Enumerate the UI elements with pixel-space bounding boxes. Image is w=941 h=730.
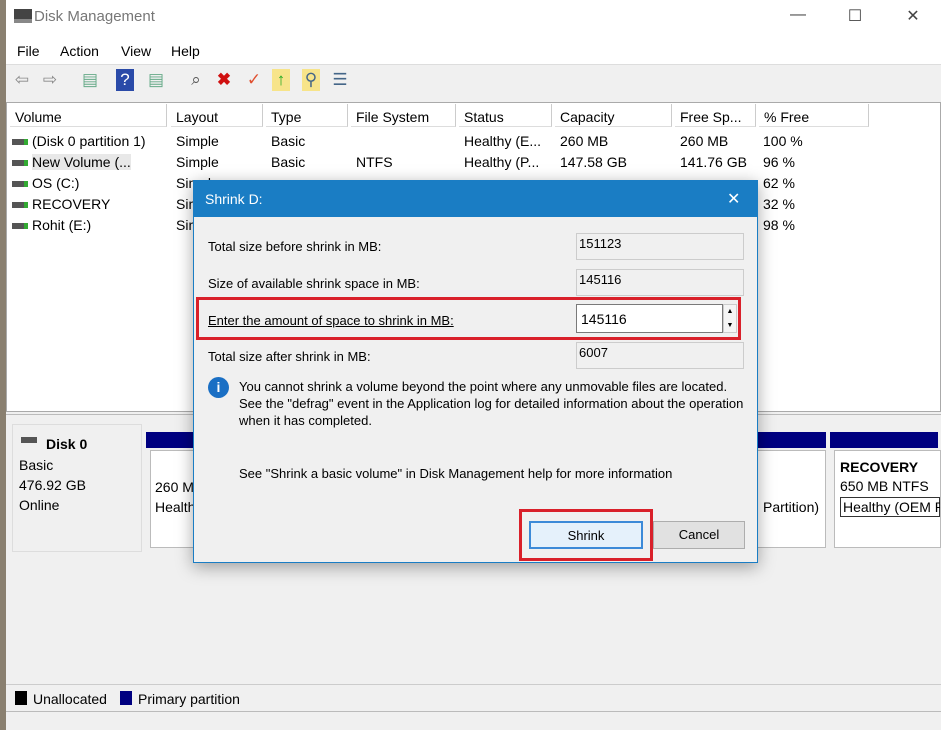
total-size-label: Total size before shrink in MB: [208,239,382,254]
drive-icon [12,139,28,146]
partition-recovery[interactable]: RECOVERY 650 MB NTFS Healthy (OEM Partit… [834,450,941,548]
disk-state: Online [19,497,60,513]
disk-0-info[interactable]: Disk 0 Basic 476.92 GB Online [12,424,142,552]
disk-management-icon [14,9,32,23]
menu-file[interactable]: File [17,43,40,59]
shrink-button[interactable]: Shrink [529,521,643,549]
table-cell[interactable]: 141.76 GB [680,151,747,172]
volume-name: New Volume (... [32,154,131,170]
connect-disk-icon[interactable]: ⌕ [184,69,208,91]
unallocated-swatch [15,691,27,705]
shrink-dialog: Shrink D: ✕ Total size before shrink in … [193,180,758,563]
disk-name: Disk 0 [46,436,88,452]
cancel-button[interactable]: Cancel [653,521,745,549]
dialog-close-button[interactable]: ✕ [727,189,740,209]
table-cell[interactable]: 96 % [763,151,795,172]
info-icon: i [208,377,229,398]
properties-icon[interactable]: ✓ [242,69,266,91]
status-bar [6,711,941,730]
table-cell[interactable]: Basic [271,151,305,172]
action-pane-icon[interactable]: ▤ [144,69,168,91]
total-after-label: Total size after shrink in MB: [208,349,371,364]
legend-unallocated: Unallocated [33,691,107,707]
disk-type: Basic [19,457,54,473]
volume-name: Rohit (E:) [32,217,92,233]
legend-primary-partition: Primary partition [138,691,240,707]
table-cell[interactable]: RECOVERY [12,193,110,214]
drive-icon [12,202,28,209]
forward-icon[interactable]: ⇨ [38,69,62,91]
minimize-button[interactable]: — [783,6,813,28]
table-cell[interactable]: 260 MB [680,130,728,151]
table-cell[interactable]: Healthy (E... [464,130,541,151]
available-shrink-label: Size of available shrink space in MB: [208,276,420,291]
table-cell[interactable]: 98 % [763,214,795,235]
spin-down-icon[interactable]: ▼ [724,319,736,333]
partition-status: Partition) [763,499,820,515]
column-header-file-system[interactable]: File System [351,104,456,127]
table-cell[interactable]: Simple [176,130,219,151]
back-icon[interactable]: ⇦ [10,69,34,91]
partition-size: 650 MB NTFS [840,478,929,494]
total-size-value: 151123 [576,233,744,260]
partition-bar-recovery [830,432,938,448]
table-cell[interactable]: (Disk 0 partition 1) [12,130,146,151]
console-tree-icon[interactable]: ▤ [78,69,102,91]
partition-name: RECOVERY [840,459,919,475]
dialog-title: Shrink D: [205,191,263,207]
help-icon[interactable]: ? [116,69,134,91]
table-cell[interactable]: NTFS [356,151,393,172]
volume-name: OS (C:) [32,175,80,191]
table-cell[interactable]: 147.58 GB [560,151,627,172]
menu-action[interactable]: Action [60,43,99,59]
shrink-amount-spinner[interactable]: ▲ ▼ [723,304,737,333]
disk-size: 476.92 GB [19,477,86,493]
volume-name: RECOVERY [32,196,111,212]
table-cell[interactable]: 100 % [763,130,803,151]
search-icon[interactable]: ⚲ [302,69,320,91]
maximize-button[interactable]: ☐ [840,6,870,28]
delete-icon[interactable]: ✖ [212,69,236,91]
volume-name: (Disk 0 partition 1) [32,133,146,149]
column-header-type[interactable]: Type [266,104,348,127]
table-cell[interactable]: OS (C:) [12,172,79,193]
table-cell[interactable]: Healthy (P... [464,151,539,172]
column-header-status[interactable]: Status [459,104,552,127]
spin-up-icon[interactable]: ▲ [724,305,736,319]
menu-help[interactable]: Help [171,43,200,59]
table-cell[interactable]: Basic [271,130,305,151]
settings-list-icon[interactable]: ☰ [328,69,352,91]
window-title: Disk Management [34,8,155,25]
table-cell[interactable]: 62 % [763,172,795,193]
help-text: See "Shrink a basic volume" in Disk Mana… [239,466,673,481]
column-header-layout[interactable]: Layout [171,104,263,127]
shrink-amount-label: Enter the amount of space to shrink in M… [208,313,454,328]
shrink-amount-input[interactable] [576,304,723,333]
drive-icon [12,223,28,230]
column-header-volume[interactable]: Volume [10,104,167,127]
drive-icon [12,160,28,167]
disk-icon [21,437,37,443]
menu-view[interactable]: View [121,43,151,59]
primary-swatch [120,691,132,705]
available-shrink-value: 145116 [576,269,744,296]
dialog-title-bar: Shrink D: ✕ [194,181,757,217]
total-after-value: 6007 [576,342,744,369]
table-cell[interactable]: 260 MB [560,130,608,151]
partition-status: Healthy (OEM Partition) [840,497,940,517]
close-button[interactable]: ✕ [898,6,928,28]
column-header-capacity[interactable]: Capacity [555,104,672,127]
table-cell[interactable]: Rohit (E:) [12,214,91,235]
import-icon[interactable]: ↑ [272,69,290,91]
column-header-percent-free[interactable]: % Free [759,104,869,127]
table-cell[interactable]: 32 % [763,193,795,214]
table-cell[interactable]: New Volume (... [12,151,131,172]
info-text: You cannot shrink a volume beyond the po… [239,379,744,428]
table-cell[interactable]: Simple [176,151,219,172]
legend: Unallocated Primary partition [6,684,941,710]
column-header-free-space[interactable]: Free Sp... [675,104,756,127]
drive-icon [12,181,28,188]
